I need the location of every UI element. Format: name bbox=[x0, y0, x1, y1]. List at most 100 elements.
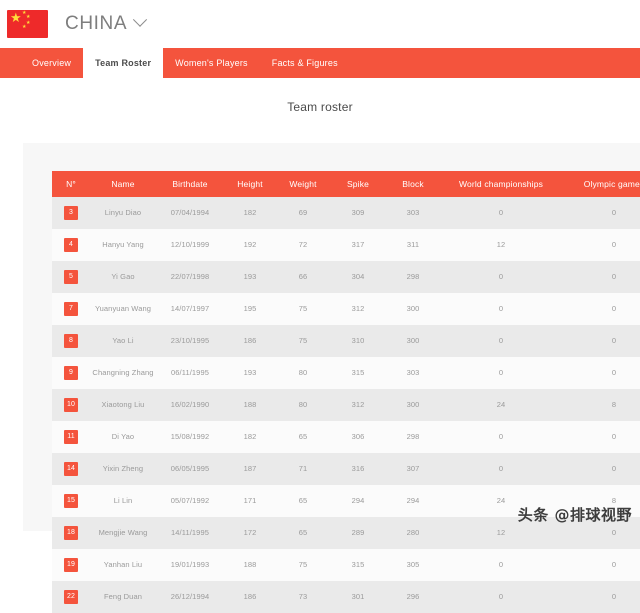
column-header-number: N° bbox=[52, 171, 90, 197]
jersey-number-badge: 14 bbox=[64, 462, 78, 476]
cell-birthdate: 07/04/1994 bbox=[170, 208, 210, 218]
cell-olympic-games: 0 bbox=[611, 432, 617, 442]
table-row[interactable]: 7 Yuanyuan Wang 14/07/1997 195 75 312 300 0 0 bbox=[52, 293, 640, 325]
cell-name: Xiaotong Liu bbox=[101, 400, 145, 410]
cell-world-championships: 0 bbox=[498, 560, 504, 570]
cell-weight: 80 bbox=[298, 368, 308, 378]
cell-weight: 66 bbox=[298, 272, 308, 282]
country-header[interactable]: ★ ★ ★ ★ ★ CHINA bbox=[0, 0, 640, 48]
cell-spike: 304 bbox=[351, 272, 365, 282]
cell-height: 182 bbox=[243, 208, 257, 218]
cell-birthdate: 15/08/1992 bbox=[170, 432, 210, 442]
cell-olympic-games: 0 bbox=[611, 336, 617, 346]
cell-birthdate: 19/01/1993 bbox=[170, 560, 210, 570]
cell-height: 187 bbox=[243, 464, 257, 474]
cell-olympic-games: 0 bbox=[611, 464, 617, 474]
cell-weight: 65 bbox=[298, 432, 308, 442]
cell-block: 305 bbox=[406, 560, 420, 570]
table-row[interactable]: 4 Hanyu Yang 12/10/1999 192 72 317 311 12 0 bbox=[52, 229, 640, 261]
cell-name: Changning Zhang bbox=[92, 368, 154, 378]
cell-birthdate: 22/07/1998 bbox=[170, 272, 210, 282]
cell-olympic-games: 0 bbox=[611, 272, 617, 282]
cell-jersey-number: 7 bbox=[52, 293, 90, 325]
cell-block: 296 bbox=[406, 592, 420, 602]
chevron-down-icon[interactable] bbox=[133, 12, 148, 27]
cell-olympic-games: 8 bbox=[611, 400, 617, 410]
cell-jersey-number: 4 bbox=[52, 229, 90, 261]
cell-height: 172 bbox=[243, 528, 257, 538]
tab-facts-figures[interactable]: Facts & Figures bbox=[260, 48, 350, 78]
tab-overview[interactable]: Overview bbox=[20, 48, 83, 78]
cell-name: Yixin Zheng bbox=[102, 464, 144, 474]
jersey-number-badge: 5 bbox=[64, 270, 78, 284]
table-row[interactable]: 5 Yi Gao 22/07/1998 193 66 304 298 0 0 bbox=[52, 261, 640, 293]
cell-birthdate: 06/11/1995 bbox=[171, 368, 209, 378]
flag-star-large: ★ bbox=[10, 11, 22, 26]
tab-team-roster[interactable]: Team Roster bbox=[83, 48, 164, 78]
cell-block: 280 bbox=[406, 528, 420, 538]
cell-weight: 80 bbox=[298, 400, 308, 410]
china-flag-icon: ★ ★ ★ ★ ★ bbox=[7, 10, 48, 38]
cell-spike: 289 bbox=[351, 528, 365, 538]
jersey-number-badge: 15 bbox=[64, 494, 78, 508]
cell-jersey-number: 8 bbox=[52, 325, 90, 357]
cell-world-championships: 0 bbox=[498, 592, 504, 602]
table-row[interactable]: 11 Di Yao 15/08/1992 182 65 306 298 0 0 bbox=[52, 421, 640, 453]
column-header-olympic-games: Olympic games bbox=[562, 171, 640, 197]
table-row[interactable]: 10 Xiaotong Liu 16/02/1990 188 80 312 300 24 8 bbox=[52, 389, 640, 421]
cell-block: 307 bbox=[406, 464, 420, 474]
flag-star-small-4: ★ bbox=[22, 24, 27, 30]
jersey-number-badge: 10 bbox=[64, 398, 78, 412]
column-header-weight: Weight bbox=[276, 171, 330, 197]
cell-birthdate: 16/02/1990 bbox=[170, 400, 210, 410]
cell-height: 186 bbox=[243, 592, 257, 602]
cell-height: 186 bbox=[243, 336, 257, 346]
cell-name: Mengjie Wang bbox=[98, 528, 148, 538]
cell-block: 303 bbox=[406, 368, 420, 378]
cell-block: 311 bbox=[406, 240, 420, 250]
cell-olympic-games: 0 bbox=[611, 368, 617, 378]
cell-spike: 315 bbox=[351, 560, 365, 570]
cell-birthdate: 06/05/1995 bbox=[170, 464, 210, 474]
cell-block: 300 bbox=[406, 304, 420, 314]
cell-spike: 316 bbox=[351, 464, 365, 474]
cell-weight: 69 bbox=[298, 208, 308, 218]
table-row[interactable]: 14 Yixin Zheng 06/05/1995 187 71 316 307 0 0 bbox=[52, 453, 640, 485]
cell-jersey-number: 11 bbox=[52, 421, 90, 453]
cell-height: 193 bbox=[243, 272, 257, 282]
cell-name: Li Lin bbox=[113, 496, 133, 506]
jersey-number-badge: 19 bbox=[64, 558, 78, 572]
column-header-height: Height bbox=[224, 171, 276, 197]
tab-bar: Overview Team Roster Women's Players Fac… bbox=[0, 48, 640, 78]
table-row[interactable]: 22 Feng Duan 26/12/1994 186 73 301 296 0 0 bbox=[52, 581, 640, 613]
cell-world-championships: 24 bbox=[496, 400, 506, 410]
cell-birthdate: 23/10/1995 bbox=[170, 336, 210, 346]
table-row[interactable]: 3 Linyu Diao 07/04/1994 182 69 309 303 0 0 bbox=[52, 197, 640, 229]
jersey-number-badge: 11 bbox=[64, 430, 78, 444]
cell-olympic-games: 0 bbox=[611, 304, 617, 314]
table-row[interactable]: 19 Yanhan Liu 19/01/1993 188 75 315 305 0 0 bbox=[52, 549, 640, 581]
cell-height: 192 bbox=[243, 240, 257, 250]
cell-jersey-number: 18 bbox=[52, 517, 90, 549]
cell-world-championships: 0 bbox=[498, 272, 504, 282]
cell-spike: 306 bbox=[351, 432, 365, 442]
cell-weight: 71 bbox=[298, 464, 308, 474]
jersey-number-badge: 4 bbox=[64, 238, 78, 252]
roster-table-head: N° Name Birthdate Height Weight Spike Bl… bbox=[52, 171, 640, 197]
cell-olympic-games: 0 bbox=[611, 240, 617, 250]
tab-womens-players[interactable]: Women's Players bbox=[163, 48, 260, 78]
table-row[interactable]: 8 Yao Li 23/10/1995 186 75 310 300 0 0 bbox=[52, 325, 640, 357]
table-row[interactable]: 9 Changning Zhang 06/11/1995 193 80 315 303 0 0 bbox=[52, 357, 640, 389]
cell-block: 300 bbox=[406, 336, 420, 346]
cell-world-championships: 0 bbox=[498, 208, 504, 218]
cell-world-championships: 0 bbox=[498, 464, 504, 474]
cell-birthdate: 26/12/1994 bbox=[170, 592, 210, 602]
cell-block: 300 bbox=[406, 400, 420, 410]
cell-name: Yanhan Liu bbox=[103, 560, 143, 570]
cell-jersey-number: 10 bbox=[52, 389, 90, 421]
cell-world-championships: 0 bbox=[498, 304, 504, 314]
cell-birthdate: 14/07/1997 bbox=[170, 304, 210, 314]
cell-block: 303 bbox=[406, 208, 420, 218]
roster-table-wrap: N° Name Birthdate Height Weight Spike Bl… bbox=[52, 171, 640, 613]
cell-jersey-number: 9 bbox=[52, 357, 90, 389]
